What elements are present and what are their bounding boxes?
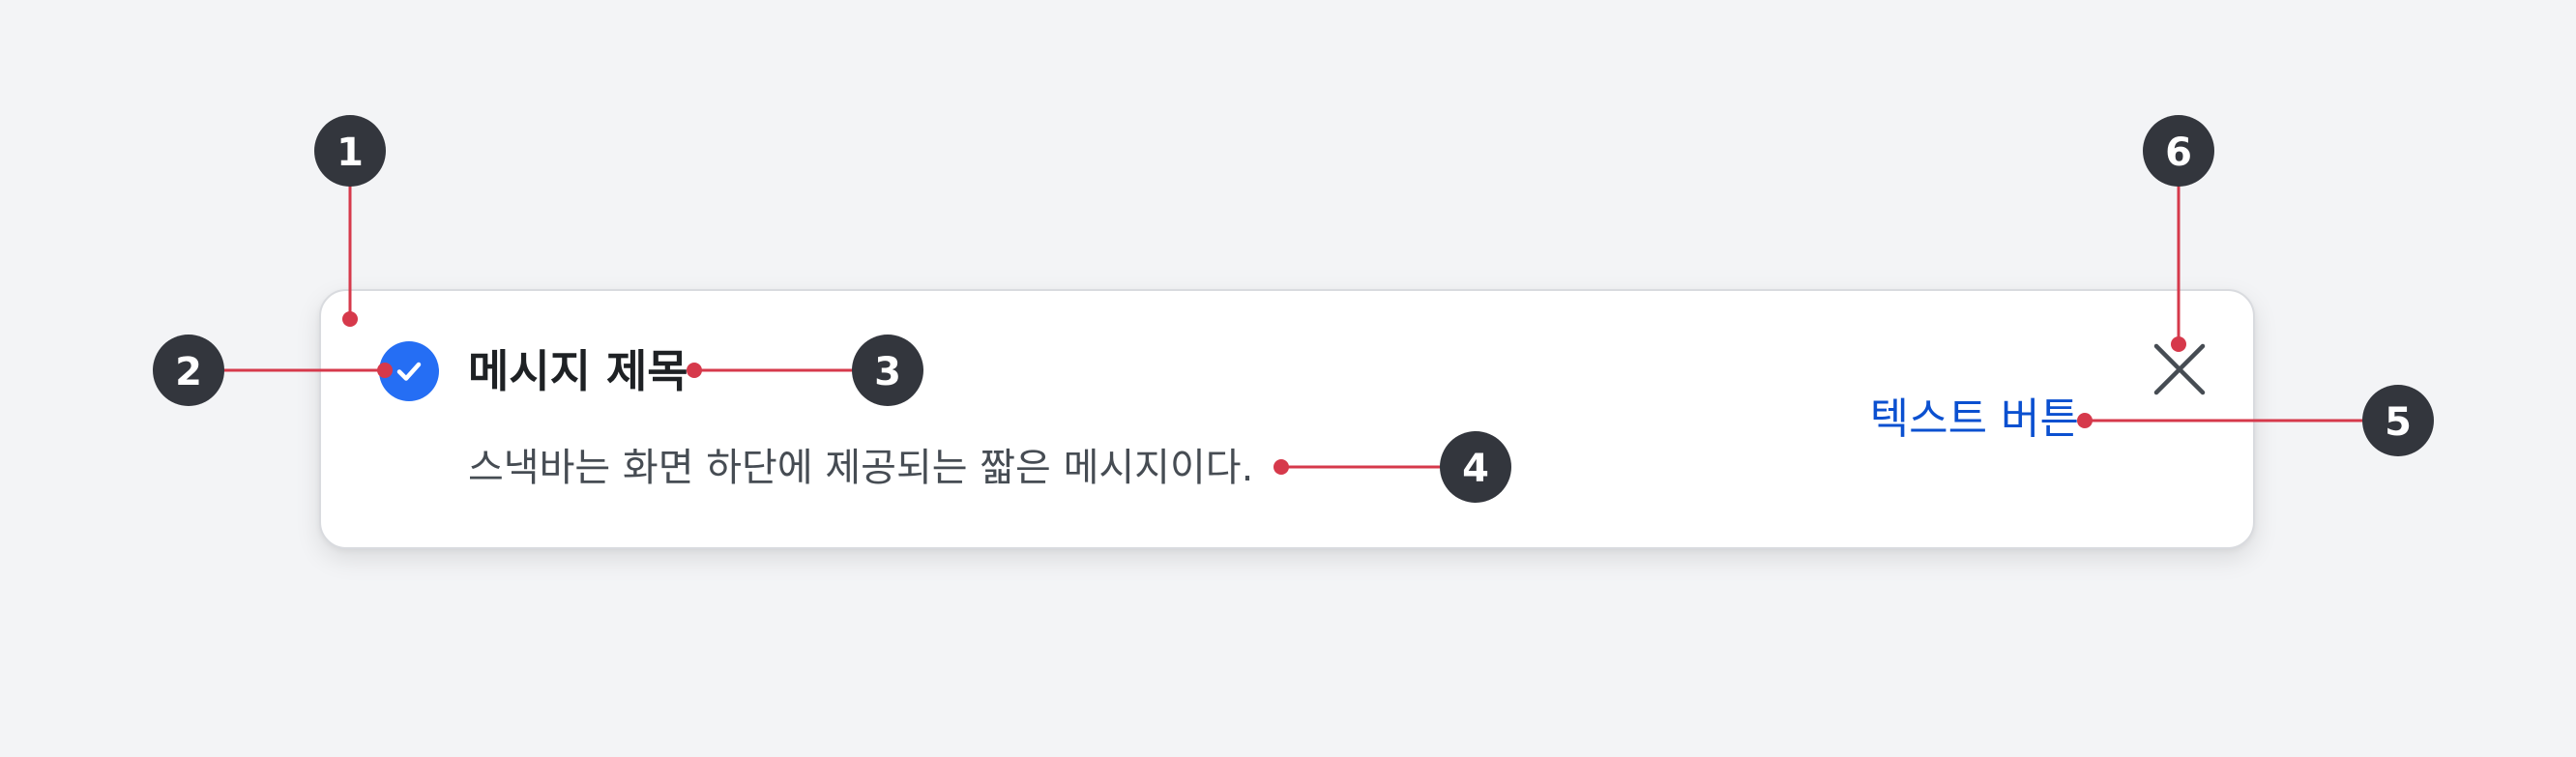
callout-1-badge bbox=[314, 115, 386, 187]
callout-2-number: 2 bbox=[175, 350, 202, 394]
text-action-button[interactable]: 텍스트 버튼 bbox=[1851, 393, 2079, 447]
callout-2-badge bbox=[153, 335, 224, 406]
close-icon bbox=[2153, 343, 2206, 395]
check-icon bbox=[396, 362, 422, 381]
callout-5-badge bbox=[2362, 385, 2434, 456]
snackbar-title: 메시지 제목 bbox=[468, 345, 688, 397]
close-button[interactable] bbox=[2152, 342, 2207, 396]
callout-1-number: 1 bbox=[337, 131, 364, 175]
callout-6-number: 6 bbox=[2165, 131, 2192, 175]
check-circle-icon bbox=[379, 341, 439, 401]
callout-6-badge bbox=[2143, 115, 2214, 187]
callout-5-number: 5 bbox=[2385, 400, 2412, 445]
snackbar-message: 스낵바는 화면 하단에 제공되는 짧은 메시지이다. bbox=[468, 446, 1254, 490]
